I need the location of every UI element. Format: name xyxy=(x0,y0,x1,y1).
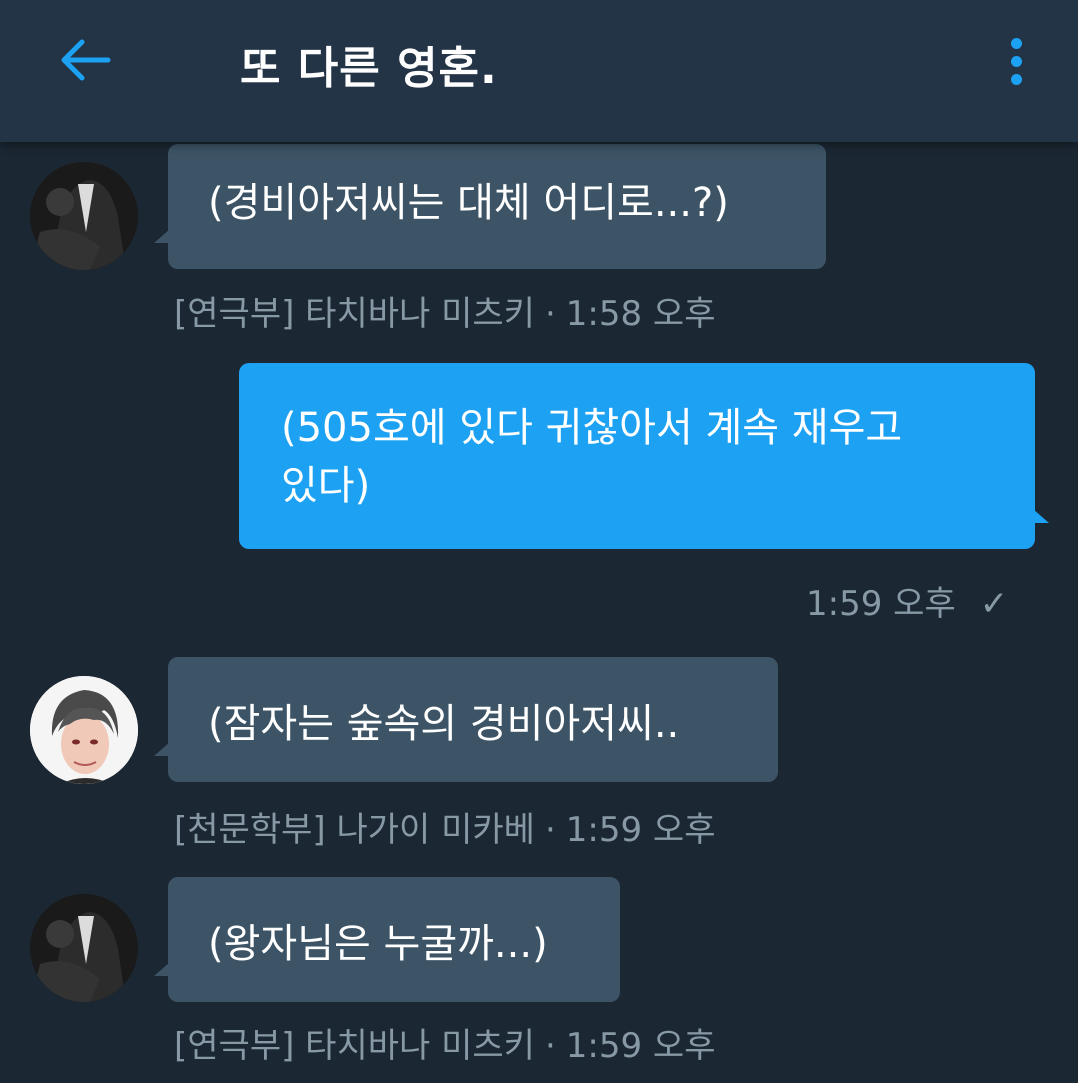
arrow-left-icon xyxy=(61,39,111,81)
menu-dot-icon xyxy=(1010,73,1022,85)
message-text: (505호에 있다 귀찮아서 계속 재우고 xyxy=(281,405,903,451)
sender-name[interactable]: [천문학부] 나가이 미카베 xyxy=(174,810,535,850)
meta-separator: · xyxy=(544,810,556,850)
menu-dot-icon xyxy=(1010,37,1022,49)
message-text: (왕자님은 누굴까...) xyxy=(208,921,548,967)
avatar-image xyxy=(30,162,138,270)
message-bubble[interactable]: (경비아저씨는 대체 어디로...?) xyxy=(154,144,826,269)
message-text: (경비아저씨는 대체 어디로...?) xyxy=(208,180,729,226)
app-header: 또 다른 영혼. xyxy=(0,0,1078,142)
avatar-image xyxy=(30,676,138,784)
avatar[interactable] xyxy=(30,162,138,270)
bubble-tail xyxy=(154,962,170,976)
message-text: 있다) xyxy=(281,463,371,509)
message-meta: [천문학부] 나가이 미카베 · 1:59 오후 xyxy=(174,802,715,851)
bubble-tail xyxy=(154,229,170,243)
message-meta: 1:59 오후 ✓ xyxy=(806,576,1008,625)
menu-dot-icon xyxy=(1010,55,1022,67)
message-bubble-outgoing[interactable]: (505호에 있다 귀찮아서 계속 재우고 있다) xyxy=(239,363,1049,549)
message-bubble[interactable]: (왕자님은 누굴까...) xyxy=(154,877,620,1002)
message-meta: [연극부] 타치바나 미츠키 · 1:58 오후 xyxy=(174,286,715,335)
sender-name[interactable]: [연극부] 타치바나 미츠키 xyxy=(174,294,535,334)
message-meta: [연극부] 타치바나 미츠키 · 1:59 오후 xyxy=(174,1018,715,1067)
message-bubble[interactable]: (잠자는 숲속의 경비아저씨.. xyxy=(154,657,778,782)
more-options-button[interactable] xyxy=(994,26,1038,96)
avatar[interactable] xyxy=(30,676,138,784)
timestamp: 1:58 오후 xyxy=(565,294,716,334)
sent-check-icon: ✓ xyxy=(979,584,1009,624)
bubble-tail xyxy=(154,742,170,756)
timestamp: 1:59 오후 xyxy=(806,584,956,624)
meta-separator: · xyxy=(544,294,556,334)
sender-name[interactable]: [연극부] 타치바나 미츠키 xyxy=(174,1026,535,1066)
meta-separator: · xyxy=(544,1026,556,1066)
message-text: (잠자는 숲속의 경비아저씨.. xyxy=(208,701,680,747)
back-button[interactable] xyxy=(44,24,124,96)
timestamp: 1:59 오후 xyxy=(565,810,716,850)
timestamp: 1:59 오후 xyxy=(565,1026,716,1066)
avatar[interactable] xyxy=(30,894,138,1002)
chat-screen: 또 다른 영혼. (경비아저씨는 대체 어디로...?) [연극부] 타치바나 … xyxy=(0,0,1078,1083)
bubble-tail xyxy=(1033,509,1049,523)
conversation-title: 또 다른 영혼. xyxy=(240,43,498,94)
avatar-image xyxy=(30,894,138,1002)
